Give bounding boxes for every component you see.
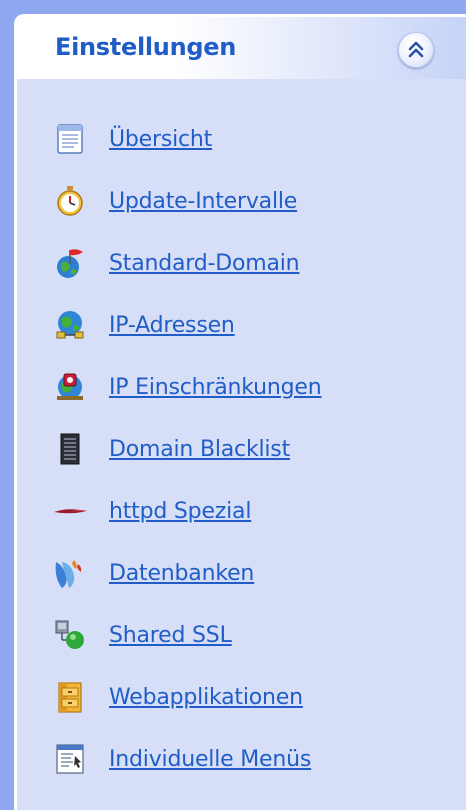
blacklist-server-icon xyxy=(60,433,80,465)
collapse-button[interactable] xyxy=(398,32,434,68)
menu-item-httpd-spezial[interactable]: httpd Spezial xyxy=(53,491,251,531)
menu-item-ip-einschraenkungen[interactable]: IP Einschränkungen xyxy=(53,367,322,407)
globe-network-icon xyxy=(56,311,84,339)
globe-flag-icon xyxy=(57,249,83,278)
panel-title: Einstellungen xyxy=(55,33,237,61)
menu-item-label[interactable]: Übersicht xyxy=(109,127,212,152)
ssl-lock-icon xyxy=(55,620,84,649)
menu-item-label[interactable]: Datenbanken xyxy=(109,561,254,586)
menu-item-update-intervalle[interactable]: Update-Intervalle xyxy=(53,181,297,221)
menu-item-label[interactable]: httpd Spezial xyxy=(109,499,251,524)
cabinet-icon xyxy=(58,682,82,713)
menu-item-label[interactable]: IP-Adressen xyxy=(109,313,235,338)
custom-menu-icon xyxy=(56,744,84,774)
menu-item-ip-adressen[interactable]: IP-Adressen xyxy=(53,305,235,345)
menu-item-label[interactable]: Webapplikationen xyxy=(109,685,303,710)
menu-item-label[interactable]: Individuelle Menüs xyxy=(109,747,311,772)
menu-item-uebersicht[interactable]: Übersicht xyxy=(53,119,212,159)
menu-item-label[interactable]: Shared SSL xyxy=(109,623,232,648)
database-icon xyxy=(55,560,82,588)
panel-body: Übersicht Update-Intervalle Standard-Dom… xyxy=(17,79,466,810)
feather-icon xyxy=(54,509,87,514)
menu-item-shared-ssl[interactable]: Shared SSL xyxy=(53,615,232,655)
panel-header[interactable]: Einstellungen xyxy=(17,17,466,79)
menu-item-datenbanken[interactable]: Datenbanken xyxy=(53,553,254,593)
menu-item-label[interactable]: IP Einschränkungen xyxy=(109,375,322,400)
menu-item-individuelle-menues[interactable]: Individuelle Menüs xyxy=(53,739,311,779)
settings-panel: Einstellungen Übersicht Update-Intervall… xyxy=(14,14,466,810)
menu-item-label[interactable]: Domain Blacklist xyxy=(109,437,290,462)
menu-item-label[interactable]: Standard-Domain xyxy=(109,251,300,276)
menu-item-standard-domain[interactable]: Standard-Domain xyxy=(53,243,300,283)
stopwatch-icon xyxy=(57,186,83,216)
menu-item-label[interactable]: Update-Intervalle xyxy=(109,189,297,214)
menu-item-domain-blacklist[interactable]: Domain Blacklist xyxy=(53,429,290,469)
double-chevron-up-icon xyxy=(408,41,424,58)
document-icon xyxy=(57,124,83,154)
menu-item-webapplikationen[interactable]: Webapplikationen xyxy=(53,677,303,717)
globe-restricted-icon xyxy=(57,373,83,400)
